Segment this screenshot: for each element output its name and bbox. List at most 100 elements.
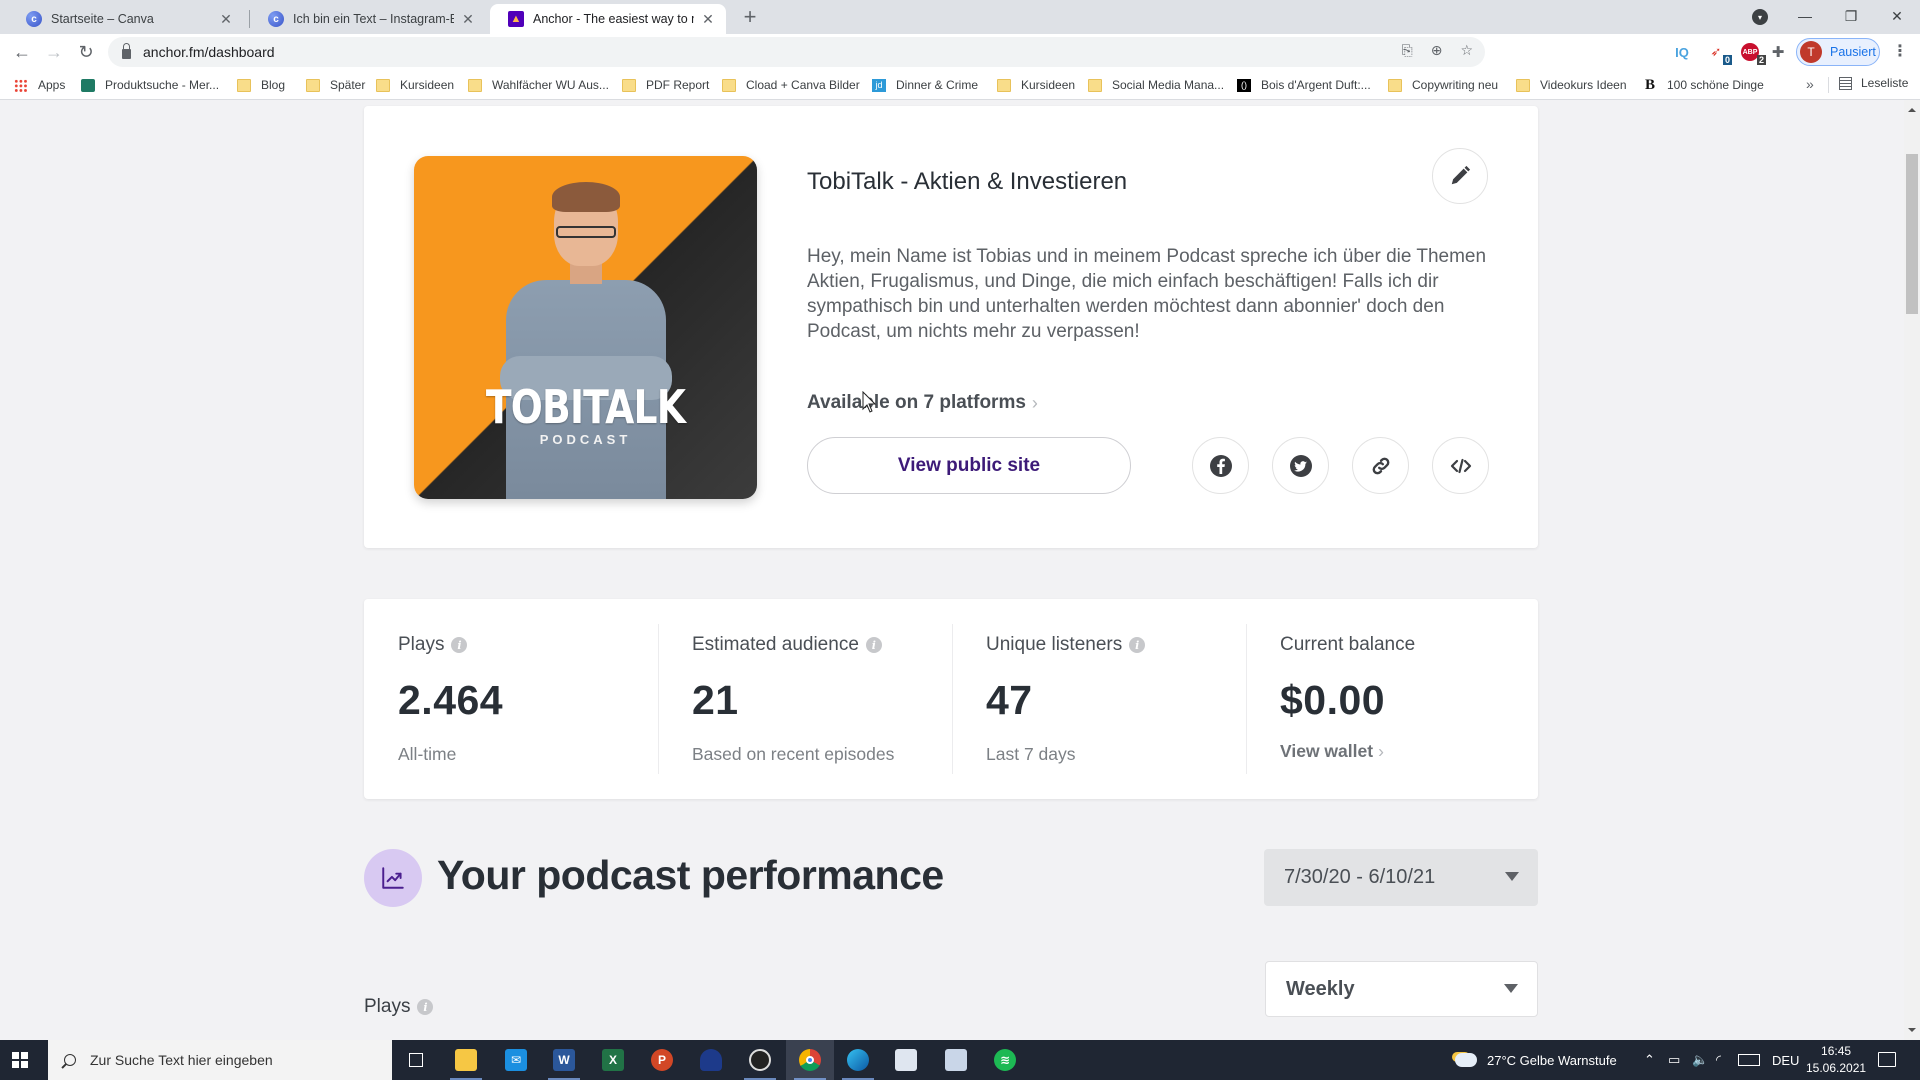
browser-tab-canva-instagram[interactable]: c Ich bin ein Text – Instagram-Beitr ✕: [250, 4, 486, 34]
show-hidden-icons[interactable]: ⌃: [1644, 1040, 1655, 1080]
adblock-extension-icon[interactable]: ABP 2: [1738, 41, 1766, 65]
close-tab-icon[interactable]: ✕: [460, 11, 476, 28]
translate-icon[interactable]: ⎘: [1402, 42, 1413, 59]
info-icon[interactable]: i: [1129, 637, 1146, 653]
edit-podcast-button[interactable]: [1432, 148, 1488, 204]
info-icon[interactable]: i: [451, 637, 468, 653]
close-tab-icon[interactable]: ✕: [700, 11, 716, 28]
taskbar-clock[interactable]: 16:45 15.06.2021: [1806, 1043, 1866, 1077]
stat-label: Current balance: [1280, 634, 1416, 655]
code-icon: [1450, 458, 1471, 473]
more-bookmarks-button[interactable]: »: [1806, 76, 1814, 92]
task-view-icon[interactable]: [392, 1040, 440, 1080]
bookmark-star-icon[interactable]: ☆: [1460, 42, 1473, 59]
browser-menu-icon[interactable]: ⋮: [1892, 42, 1908, 62]
puzzle-extensions-icon[interactable]: ✚: [1766, 41, 1790, 63]
bird-extension-icon[interactable]: ➶ 0: [1704, 41, 1732, 65]
bookmark-apps[interactable]: Apps: [14, 76, 65, 94]
folder-icon: [468, 78, 482, 92]
back-button[interactable]: ←: [8, 38, 36, 66]
copy-link-button[interactable]: [1352, 437, 1409, 494]
iq-extension-icon[interactable]: IQ: [1670, 41, 1694, 63]
wifi-icon[interactable]: ◜: [1716, 1040, 1721, 1080]
zoom-icon[interactable]: ⊕: [1431, 42, 1443, 59]
bookmark-kursideen[interactable]: Kursideen: [376, 76, 454, 94]
view-wallet-link[interactable]: View wallet ›: [1280, 741, 1384, 762]
page-scrollbar[interactable]: [1904, 100, 1920, 1040]
info-icon[interactable]: i: [865, 637, 882, 653]
stat-estimated-audience: Estimated audience i 21 Based on recent e…: [658, 599, 952, 799]
meet-now-icon[interactable]: ▭: [1668, 1040, 1680, 1080]
scrollbar-thumb[interactable]: [1906, 154, 1918, 314]
volume-icon[interactable]: 🔈: [1692, 1040, 1708, 1080]
canva-icon: c: [268, 11, 284, 27]
stat-unique-listeners: Unique listeners i 47 Last 7 days: [952, 599, 1246, 799]
bookmark-dinner-crime[interactable]: jd Dinner & Crime: [872, 76, 978, 94]
bookmark-bois-dargent[interactable]: () Bois d'Argent Duft:...: [1237, 76, 1371, 94]
shirt-icon: [81, 78, 95, 92]
browser-tab-canva-home[interactable]: c Startseite – Canva ✕: [8, 4, 244, 34]
minimize-button[interactable]: —: [1782, 0, 1828, 32]
browser-toolbar: ← → ↻ anchor.fm/dashboard ⎘ ⊕ ☆ IQ ➶ 0 AB…: [0, 34, 1920, 70]
share-twitter-button[interactable]: [1272, 437, 1329, 494]
folder-icon: [376, 78, 390, 92]
bookmark-100-schoene-dinge[interactable]: B 100 schöne Dinge: [1643, 76, 1764, 94]
profile-button[interactable]: T Pausiert: [1796, 38, 1880, 66]
interval-select[interactable]: Weekly: [1265, 961, 1538, 1017]
embed-code-button[interactable]: [1432, 437, 1489, 494]
available-platforms-link[interactable]: Available on 7 platforms ›: [807, 392, 1038, 414]
taskbar-search-box[interactable]: Zur Suche Text hier eingeben: [48, 1040, 392, 1080]
word-icon[interactable]: W: [540, 1040, 588, 1080]
spotify-icon[interactable]: ≋: [981, 1040, 1029, 1080]
powerpoint-icon[interactable]: P: [638, 1040, 686, 1080]
share-facebook-button[interactable]: [1192, 437, 1249, 494]
editor-app-icon[interactable]: [882, 1040, 930, 1080]
bookmark-wahlfaecher[interactable]: Wahlfächer WU Aus...: [468, 76, 609, 94]
forward-button[interactable]: →: [40, 38, 68, 66]
performance-heading: Your podcast performance: [437, 852, 944, 898]
language-indicator[interactable]: DEU: [1772, 1040, 1799, 1080]
close-window-button[interactable]: ✕: [1874, 0, 1920, 32]
bookmark-videokurs[interactable]: Videokurs Ideen: [1516, 76, 1627, 94]
chevron-right-icon: ›: [1031, 392, 1038, 413]
weather-widget[interactable]: 27°C Gelbe Warnstufe: [1455, 1040, 1617, 1080]
bookmark-spaeter[interactable]: Später: [306, 76, 365, 94]
document-app-icon[interactable]: [932, 1040, 980, 1080]
info-icon[interactable]: i: [417, 999, 434, 1015]
windows-start-icon[interactable]: [12, 1052, 28, 1068]
notifications-icon[interactable]: [1878, 1052, 1896, 1067]
obs-icon[interactable]: [736, 1040, 784, 1080]
new-tab-button[interactable]: +: [738, 6, 762, 28]
caret-down-icon: [1504, 984, 1518, 993]
folder-icon: [1088, 78, 1102, 92]
reload-button[interactable]: ↻: [72, 38, 100, 66]
bookmark-blog[interactable]: Blog: [237, 76, 285, 94]
excel-icon[interactable]: X: [589, 1040, 637, 1080]
link-icon: [1372, 457, 1389, 474]
restore-button[interactable]: ❐: [1828, 0, 1874, 32]
browser-tab-anchor[interactable]: ▲ Anchor - The easiest way to mak ✕: [490, 4, 726, 34]
file-explorer-icon[interactable]: [442, 1040, 490, 1080]
audio-app-icon[interactable]: [687, 1040, 735, 1080]
bookmark-cload-canva[interactable]: Cload + Canva Bilder: [722, 76, 860, 94]
scroll-down-icon[interactable]: [1908, 1028, 1916, 1032]
scroll-up-icon[interactable]: [1908, 108, 1916, 112]
chrome-icon[interactable]: [786, 1040, 834, 1080]
view-public-site-button[interactable]: View public site: [807, 437, 1131, 494]
date-range-select[interactable]: 7/30/20 - 6/10/21: [1264, 849, 1538, 906]
bookmark-produktsuche[interactable]: Produktsuche - Mer...: [81, 76, 219, 94]
bookmarks-divider: [1828, 77, 1829, 93]
tab-search-icon[interactable]: ▾: [1752, 9, 1768, 25]
bookmark-kursideen-2[interactable]: Kursideen: [997, 76, 1075, 94]
mail-icon[interactable]: ✉: [492, 1040, 540, 1080]
address-bar[interactable]: anchor.fm/dashboard ⎘ ⊕ ☆: [108, 37, 1485, 67]
bookmark-copywriting[interactable]: Copywriting neu: [1388, 76, 1498, 94]
folder-icon: [306, 78, 320, 92]
edge-icon[interactable]: [834, 1040, 882, 1080]
bookmark-pdf-report[interactable]: PDF Report: [622, 76, 709, 94]
close-tab-icon[interactable]: ✕: [218, 11, 234, 28]
twitter-icon: [1289, 454, 1312, 477]
reading-list-button[interactable]: Leseliste: [1839, 76, 1908, 90]
bookmark-social-media[interactable]: Social Media Mana...: [1088, 76, 1224, 94]
keyboard-icon[interactable]: [1738, 1040, 1760, 1080]
